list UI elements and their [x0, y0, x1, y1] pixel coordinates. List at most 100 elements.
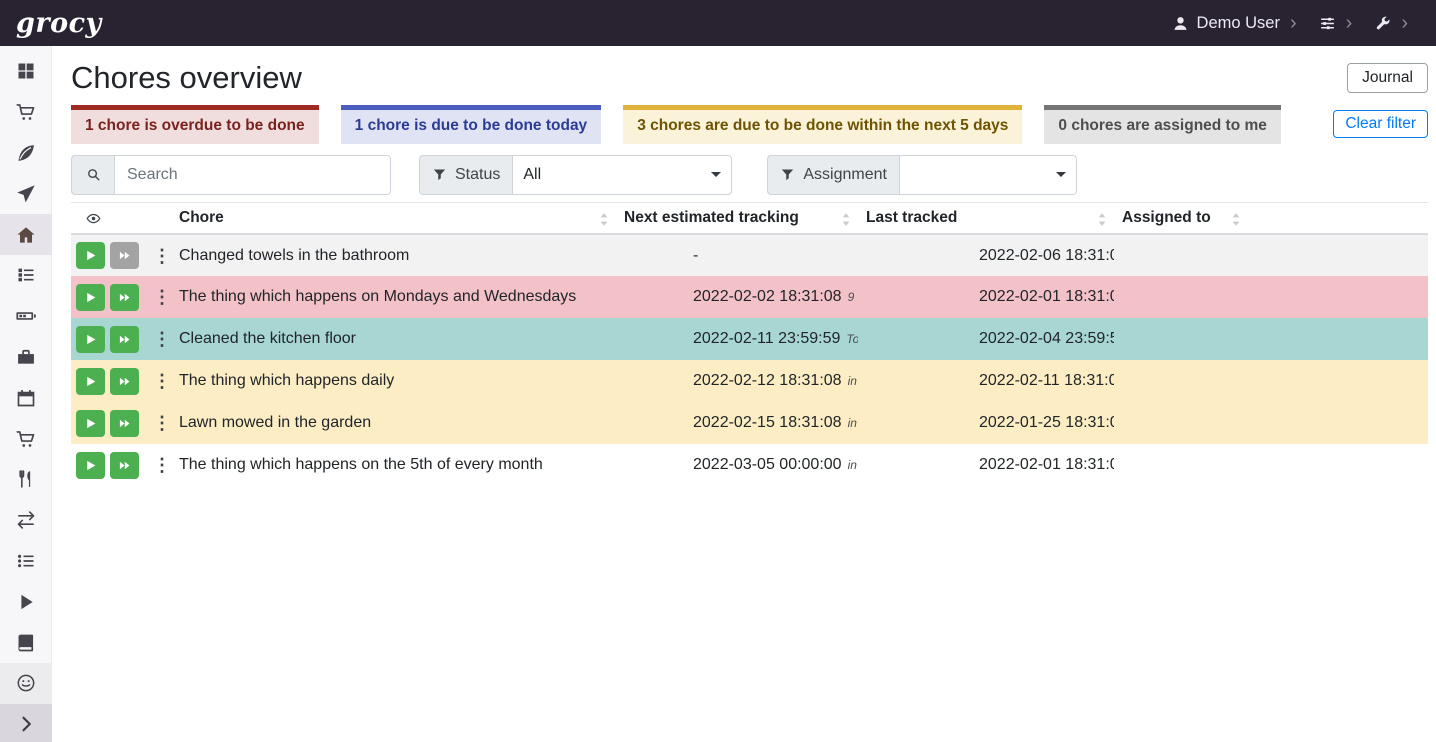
sidebar-item-shopping-list[interactable]: [0, 92, 52, 133]
fast-forward-icon: [118, 249, 131, 262]
row-menu-button[interactable]: ⋮: [153, 414, 171, 432]
next-tracking-ago: Today: [846, 332, 858, 346]
sidebar-item-recipes[interactable]: [0, 133, 52, 174]
table-row: ⋮ Lawn mowed in the garden 2022-02-15 18…: [71, 402, 1428, 444]
sidebar-item-tasks[interactable]: [0, 255, 52, 296]
next-tracking-ago: in 4 days: [848, 416, 858, 430]
grid-icon: [16, 61, 36, 81]
fast-forward-icon: [118, 333, 131, 346]
row-menu-button[interactable]: ⋮: [153, 372, 171, 390]
sidebar-item-transfer[interactable]: [0, 500, 52, 541]
play-icon: [84, 417, 97, 430]
chevron-right-icon: ›: [1346, 13, 1353, 33]
utensils-icon: [16, 469, 36, 489]
track-execution-button[interactable]: [76, 368, 105, 395]
user-icon: [1172, 15, 1189, 32]
sidebar-item-collapse-sidebar[interactable]: [0, 704, 52, 742]
sidebar-item-chores-overview[interactable]: [0, 214, 52, 255]
battery-icon: [16, 306, 36, 326]
status-banner[interactable]: 1 chore is overdue to be done: [71, 105, 319, 144]
play-icon: [16, 592, 36, 612]
sidebar-item-calendar[interactable]: [0, 377, 52, 418]
play-icon: [84, 291, 97, 304]
assignment-select[interactable]: [899, 155, 1077, 195]
status-select-wrap: All: [512, 155, 732, 195]
chores-table: Chore Next estimated tracking Last track…: [71, 202, 1428, 487]
sidebar-item-journal[interactable]: [0, 622, 52, 663]
sidebar-item-stock-overview[interactable]: [0, 51, 52, 92]
settings-menu[interactable]: ›: [1319, 13, 1353, 33]
search-input[interactable]: [114, 155, 391, 195]
play-icon: [84, 333, 97, 346]
row-menu-button[interactable]: ⋮: [153, 288, 171, 306]
header-chore[interactable]: Chore: [171, 202, 616, 234]
status-banner[interactable]: 1 chore is due to be done today: [341, 105, 602, 144]
transfer-icon: [16, 510, 36, 530]
table-row: ⋮ The thing which happens on Mondays and…: [71, 276, 1428, 318]
search-group: [71, 155, 391, 195]
play-icon: [84, 249, 97, 262]
skip-execution-button[interactable]: [110, 284, 139, 311]
track-execution-button[interactable]: [76, 242, 105, 269]
sidebar-item-meal-plan[interactable]: [0, 173, 52, 214]
next-tracking-time: 2022-02-11 23:59:59: [693, 330, 840, 347]
chore-name: The thing which happens on the 5th of ev…: [179, 456, 543, 473]
header-assigned-to[interactable]: Assigned to: [1114, 202, 1248, 234]
sort-icon: [1231, 212, 1241, 227]
track-execution-button[interactable]: [76, 410, 105, 437]
sidebar-item-consume[interactable]: [0, 459, 52, 500]
last-tracked-time: 2022-02-01 18:31:08: [979, 288, 1114, 305]
next-tracking-time: 2022-03-05 00:00:00: [693, 456, 842, 473]
cart-icon: [16, 429, 36, 449]
skip-execution-button[interactable]: [110, 368, 139, 395]
skip-execution-button[interactable]: [110, 242, 139, 269]
status-select[interactable]: All: [512, 155, 732, 195]
filter-funnel-icon: [780, 167, 795, 182]
sidebar-item-feedback[interactable]: [0, 663, 52, 704]
skip-execution-button[interactable]: [110, 326, 139, 353]
skip-execution-button[interactable]: [110, 452, 139, 479]
grocy-logo[interactable]: grocy: [16, 10, 102, 37]
visibility-toggle-header[interactable]: [71, 202, 171, 234]
status-filter-label: Status: [419, 155, 512, 195]
admin-menu[interactable]: ›: [1374, 13, 1408, 33]
assignment-filter: Assignment: [767, 155, 1077, 195]
status-banner[interactable]: 0 chores are assigned to me: [1044, 105, 1280, 144]
top-navbar: grocy Demo User › › ›: [0, 0, 1436, 46]
status-banner-row: 1 chore is overdue to be done 1 chore is…: [71, 105, 1428, 144]
main-content: Chores overview Journal 1 chore is overd…: [52, 46, 1436, 486]
header-next-estimated-tracking[interactable]: Next estimated tracking: [616, 202, 858, 234]
book-icon: [16, 633, 36, 653]
header-last-tracked[interactable]: Last tracked: [858, 202, 1114, 234]
table-row: ⋮ Cleaned the kitchen floor 2022-02-11 2…: [71, 318, 1428, 360]
last-tracked-time: 2022-02-11 18:31:08: [979, 372, 1114, 389]
sidebar-item-chore-tracking[interactable]: [0, 581, 52, 622]
wrench-icon: [1374, 15, 1391, 32]
chore-name: The thing which happens on Mondays and W…: [179, 288, 576, 305]
row-menu-button[interactable]: ⋮: [153, 330, 171, 348]
fast-forward-icon: [118, 291, 131, 304]
next-tracking-ago: in 21 days: [848, 458, 858, 472]
track-execution-button[interactable]: [76, 326, 105, 353]
last-tracked-time: 2022-02-06 18:31:08: [979, 247, 1114, 264]
sidebar-item-batteries-overview[interactable]: [0, 296, 52, 337]
user-name-label: Demo User: [1197, 14, 1280, 33]
row-menu-button[interactable]: ⋮: [153, 247, 171, 265]
skip-execution-button[interactable]: [110, 410, 139, 437]
house-icon: [16, 225, 36, 245]
sidebar: [0, 46, 52, 742]
chore-name: Cleaned the kitchen floor: [179, 330, 356, 347]
journal-button[interactable]: Journal: [1347, 63, 1428, 93]
track-execution-button[interactable]: [76, 284, 105, 311]
row-menu-button[interactable]: ⋮: [153, 456, 171, 474]
sidebar-item-equipment[interactable]: [0, 337, 52, 378]
table-row: ⋮ Changed towels in the bathroom - 2022-…: [71, 234, 1428, 276]
track-execution-button[interactable]: [76, 452, 105, 479]
status-banner[interactable]: 3 chores are due to be done within the n…: [623, 105, 1022, 144]
sidebar-item-purchase[interactable]: [0, 418, 52, 459]
sidebar-item-inventory[interactable]: [0, 541, 52, 582]
clear-filter-button[interactable]: Clear filter: [1333, 110, 1428, 138]
table-row: ⋮ The thing which happens on the 5th of …: [71, 444, 1428, 486]
user-menu[interactable]: Demo User ›: [1172, 13, 1297, 33]
last-tracked-time: 2022-01-25 18:31:08: [979, 414, 1114, 431]
